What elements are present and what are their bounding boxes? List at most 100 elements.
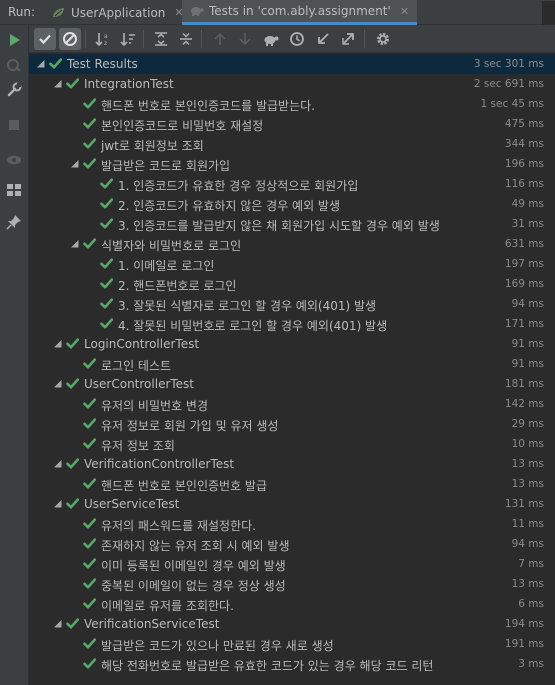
test-name: 유저의 패스워드를 재설정한다.: [101, 519, 256, 533]
test-case-node[interactable]: 4. 잘못된 비밀번호로 로그인 할 경우 예외(401) 발생 171 ms: [29, 314, 555, 334]
test-group-node[interactable]: 식별자와 비밀번호로 로그인 631 ms: [29, 234, 555, 254]
test-suite-node[interactable]: VerificationControllerTest 13 ms: [29, 454, 555, 474]
test-case-node[interactable]: 유저 정보로 회원 가입 및 유저 생성 29 ms: [29, 414, 555, 434]
test-case-node[interactable]: 3. 잘못된 식별자로 로그인 할 경우 예외(401) 발생 94 ms: [29, 294, 555, 314]
test-duration: 29 ms: [511, 418, 544, 430]
test-history-icon[interactable]: [286, 28, 308, 50]
rerun-icon[interactable]: [6, 32, 22, 48]
test-suite-node[interactable]: LoginControllerTest 91 ms: [29, 334, 555, 354]
test-name: VerificationControllerTest: [84, 457, 235, 471]
test-duration: 1 sec 45 ms: [480, 98, 544, 110]
chevron-down-icon[interactable]: [53, 338, 63, 348]
test-name: 3. 인증코드를 발급받지 않은 채 회원가입 시도할 경우 예외 발생: [118, 219, 440, 233]
test-runner-toolbar: az: [29, 25, 555, 53]
passed-check-icon: [100, 257, 114, 270]
chevron-down-icon[interactable]: [53, 498, 63, 508]
test-case-node[interactable]: 3. 인증코드를 발급받지 않은 채 회원가입 시도할 경우 예외 발생 31 m…: [29, 214, 555, 234]
settings-gear-icon[interactable]: [372, 28, 394, 50]
test-case-node[interactable]: 1. 이메일로 로그인 197 ms: [29, 254, 555, 274]
rerun-failed-icon[interactable]: [6, 57, 22, 73]
test-suite-node[interactable]: IntegrationTest 2 sec 691 ms: [29, 74, 555, 94]
test-name: 식별자와 비밀번호로 로그인: [101, 239, 242, 253]
chevron-down-icon[interactable]: [53, 618, 63, 628]
window-edge: [542, 1, 555, 25]
show-ignored-toggle[interactable]: [59, 28, 81, 50]
test-name: 핸드폰 번호로 본인인증코드를 발급받는다.: [101, 99, 315, 113]
passed-check-icon: [66, 337, 80, 350]
test-name: IntegrationTest: [84, 77, 174, 91]
eye-icon[interactable]: [6, 152, 22, 168]
passed-check-icon: [100, 317, 114, 330]
test-case-node[interactable]: 중복된 이메일이 없는 경우 정상 생성 13 ms: [29, 574, 555, 594]
test-duration: 344 ms: [504, 138, 544, 150]
test-case-node[interactable]: 본인인증코드로 비밀번호 재설정 475 ms: [29, 114, 555, 134]
passed-check-icon: [83, 157, 97, 170]
test-case-node[interactable]: 유저의 패스워드를 재설정한다. 11 ms: [29, 514, 555, 534]
test-case-node[interactable]: 발급받은 코드가 있으나 만료된 경우 새로 생성 191 ms: [29, 634, 555, 654]
test-case-node[interactable]: 이미 등록된 이메일인 경우 예외 발생 7 ms: [29, 554, 555, 574]
test-name: 이미 등록된 이메일인 경우 예외 발생: [101, 559, 286, 573]
tab-user-application[interactable]: UserApplication ✕: [44, 0, 192, 25]
run-label: Run:: [8, 5, 36, 19]
chevron-down-icon[interactable]: [53, 378, 63, 388]
test-case-node[interactable]: 로그인 테스트 91 ms: [29, 354, 555, 374]
svg-text:z: z: [104, 40, 107, 47]
test-case-node[interactable]: 2. 인증코드가 유효하지 않은 경우 예외 발생 49 ms: [29, 194, 555, 214]
passed-check-icon: [83, 637, 97, 650]
tab-tests-com-ably-assignment[interactable]: Tests in 'com.ably.assignment' ✕: [182, 0, 418, 25]
chevron-down-icon[interactable]: [70, 238, 80, 248]
test-case-node[interactable]: 핸드폰 번호로 본인인증번호 발급 13 ms: [29, 474, 555, 494]
test-case-node[interactable]: 1. 인증코드가 유효한 경우 정상적으로 회원가입 116 ms: [29, 174, 555, 194]
test-name: 중복된 이메일이 없는 경우 정상 생성: [101, 579, 286, 593]
test-duration: 116 ms: [504, 178, 544, 190]
passed-check-icon: [66, 497, 80, 510]
pin-icon[interactable]: [6, 214, 22, 230]
test-case-node[interactable]: 유저 정보 조회 10 ms: [29, 434, 555, 454]
export-icon[interactable]: [337, 28, 359, 50]
test-case-node[interactable]: 존재하지 않는 유저 조회 시 예외 발생 94 ms: [29, 534, 555, 554]
toolbar-separator: [143, 30, 144, 48]
test-name: VerificationServiceTest: [84, 617, 220, 631]
test-suite-node[interactable]: UserServiceTest 131 ms: [29, 494, 555, 514]
test-turtle-icon: [190, 5, 204, 17]
passed-check-icon: [66, 77, 80, 90]
sort-by-duration-icon[interactable]: [117, 28, 139, 50]
chevron-down-icon[interactable]: [53, 458, 63, 468]
test-group-node[interactable]: 발급받은 코드로 회원가입 196 ms: [29, 154, 555, 174]
test-duration: 3 ms: [518, 658, 544, 670]
test-case-node[interactable]: 핸드폰 번호로 본인인증코드를 발급받는다. 1 sec 45 ms: [29, 94, 555, 114]
collapse-all-icon[interactable]: [175, 28, 197, 50]
test-case-node[interactable]: 2. 핸드폰번호로 로그인 169 ms: [29, 274, 555, 294]
expand-all-icon[interactable]: [150, 28, 172, 50]
test-case-node[interactable]: 유저의 비밀번호 변경 142 ms: [29, 394, 555, 414]
run-tool-window-header: Run: UserApplication ✕ Tests in 'com.abl…: [0, 0, 555, 25]
test-suite-node[interactable]: Test Results 3 sec 301 ms: [29, 54, 555, 74]
import-icon[interactable]: [312, 28, 334, 50]
previous-failed-test-icon[interactable]: [209, 28, 231, 50]
layout-icon[interactable]: [6, 182, 22, 198]
chevron-down-icon[interactable]: [53, 78, 63, 88]
passed-check-icon: [83, 137, 97, 150]
import-tests-turtle-icon[interactable]: [260, 28, 282, 50]
test-case-node[interactable]: 해당 전화번호로 발급받은 유효한 코드가 있는 경우 해당 코드 리턴 3 ms: [29, 654, 555, 674]
toolbar-separator: [364, 30, 365, 48]
test-suite-node[interactable]: VerificationServiceTest 194 ms: [29, 614, 555, 634]
test-case-node[interactable]: 이메일로 유저를 조회한다. 6 ms: [29, 594, 555, 614]
wrench-icon[interactable]: [6, 82, 22, 98]
chevron-down-icon[interactable]: [70, 158, 80, 168]
close-icon[interactable]: ✕: [400, 5, 409, 18]
test-duration: 194 ms: [504, 618, 544, 630]
test-case-node[interactable]: jwt로 회원정보 조회 344 ms: [29, 134, 555, 154]
sort-alphabetically-icon[interactable]: az: [92, 28, 114, 50]
test-name: 본인인증코드로 비밀번호 재설정: [101, 119, 264, 133]
chevron-down-icon[interactable]: [36, 58, 46, 68]
next-failed-test-icon[interactable]: [234, 28, 256, 50]
stop-icon[interactable]: [6, 117, 22, 133]
show-passed-toggle[interactable]: [34, 28, 56, 50]
passed-check-icon: [83, 597, 97, 610]
test-name: 해당 전화번호로 발급받은 유효한 코드가 있는 경우 해당 코드 리턴: [101, 659, 434, 673]
test-suite-node[interactable]: UserControllerTest 181 ms: [29, 374, 555, 394]
passed-check-icon: [83, 657, 97, 670]
test-name: jwt로 회원정보 조회: [101, 139, 204, 153]
passed-check-icon: [83, 477, 97, 490]
